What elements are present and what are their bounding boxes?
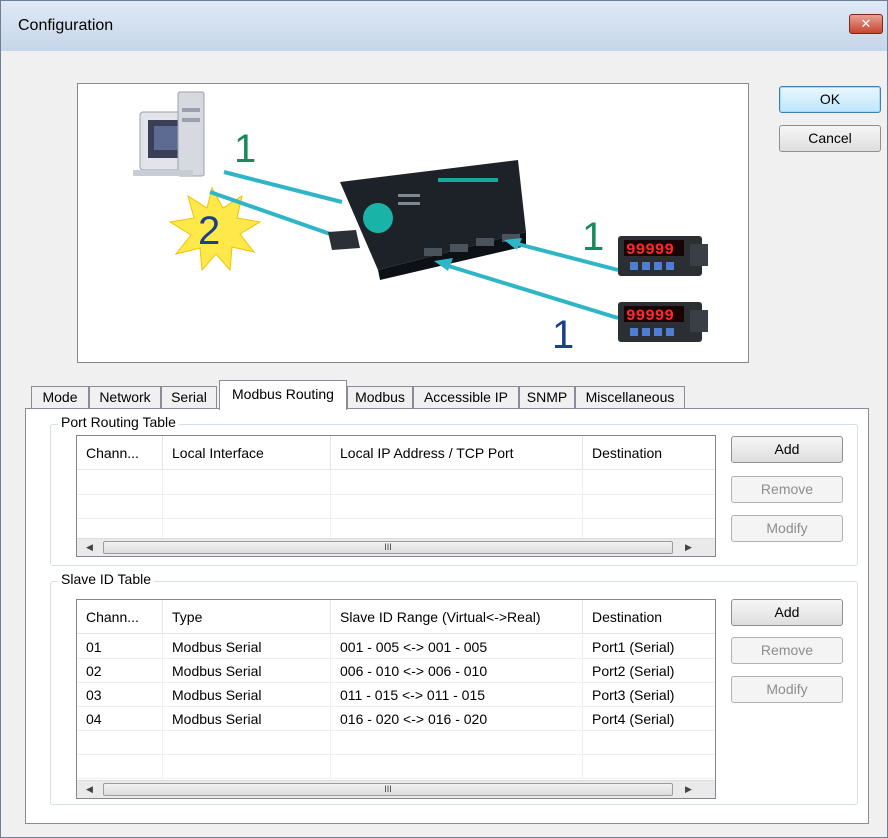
cell-slave-id-range: 016 - 020 <-> 016 - 020 xyxy=(331,707,583,731)
topology-diagram: 99999 99999 1 2 1 1 xyxy=(133,91,708,357)
scroll-left-icon[interactable]: ◀ xyxy=(81,539,98,556)
cell-channel: 04 xyxy=(77,707,163,731)
port-routing-modify-button[interactable]: Modify xyxy=(731,515,843,542)
column-header-local-interface[interactable]: Local Interface xyxy=(163,436,331,470)
scroll-right-icon[interactable]: ▶ xyxy=(680,781,697,798)
cell-destination: Port4 (Serial) xyxy=(592,711,675,727)
cancel-button[interactable]: Cancel xyxy=(779,125,881,152)
modbus-routing-panel: Port Routing Table Chann... Local Interf… xyxy=(25,408,869,824)
configuration-dialog: Configuration ✕ 99999 99999 1 2 1 1 OK C… xyxy=(0,0,888,838)
label-two-burst: 2 xyxy=(198,209,220,253)
column-header-type[interactable]: Type xyxy=(163,600,331,634)
close-button[interactable]: ✕ xyxy=(849,14,883,34)
label-one-top: 1 xyxy=(234,127,256,171)
tab-miscellaneous[interactable]: Miscellaneous xyxy=(575,386,685,409)
scroll-left-icon[interactable]: ◀ xyxy=(81,781,98,798)
meter-readout-1: 99999 xyxy=(626,241,674,259)
gateway-device-icon xyxy=(328,160,526,280)
cell-channel: 03 xyxy=(77,683,163,707)
cell-channel: 01 xyxy=(77,635,163,659)
cell-type: Modbus Serial xyxy=(163,707,331,731)
ok-button[interactable]: OK xyxy=(779,86,881,113)
column-header-channel[interactable]: Chann... xyxy=(77,600,163,634)
port-routing-table[interactable]: Chann... Local Interface Local IP Addres… xyxy=(76,435,716,557)
table-row xyxy=(77,755,715,779)
tab-network[interactable]: Network xyxy=(89,386,161,409)
cell-destination: Port2 (Serial) xyxy=(592,663,675,679)
computer-icon xyxy=(133,91,205,177)
table-row[interactable]: 02 Modbus Serial 006 - 010 <-> 006 - 010… xyxy=(77,659,715,683)
cell-type: Modbus Serial xyxy=(163,659,331,683)
scroll-right-icon[interactable]: ▶ xyxy=(680,539,697,556)
column-header-slave-id-range[interactable]: Slave ID Range (Virtual<->Real) xyxy=(331,600,583,634)
cell-slave-id-range: 001 - 005 <-> 001 - 005 xyxy=(331,635,583,659)
cell-slave-id-range: 011 - 015 <-> 011 - 015 xyxy=(331,683,583,707)
cell-destination: Port1 (Serial) xyxy=(592,639,675,655)
tab-accessible-ip[interactable]: Accessible IP xyxy=(413,386,519,409)
slave-id-group-label: Slave ID Table xyxy=(58,571,155,587)
cell-type: Modbus Serial xyxy=(163,683,331,707)
column-header-channel[interactable]: Chann... xyxy=(77,436,163,470)
cell-destination: Port3 (Serial) xyxy=(592,687,675,703)
port-routing-remove-button[interactable]: Remove xyxy=(731,476,843,503)
slave-id-add-button[interactable]: Add xyxy=(731,599,843,626)
horizontal-scrollbar[interactable]: ◀ III ▶ xyxy=(77,538,715,556)
tab-mode[interactable]: Mode xyxy=(31,386,89,409)
scroll-thumb[interactable]: III xyxy=(103,541,673,554)
tab-modbus-routing[interactable]: Modbus Routing xyxy=(219,380,347,410)
column-header-destination[interactable]: Destination xyxy=(583,600,715,634)
tab-modbus[interactable]: Modbus xyxy=(347,386,413,409)
horizontal-scrollbar[interactable]: ◀ III ▶ xyxy=(77,780,715,798)
label-one-right: 1 xyxy=(582,215,604,259)
table-row xyxy=(77,495,715,519)
table-row[interactable]: 03 Modbus Serial 011 - 015 <-> 011 - 015… xyxy=(77,683,715,707)
table-header: Chann... Local Interface Local IP Addres… xyxy=(77,436,715,470)
slave-id-remove-button[interactable]: Remove xyxy=(731,637,843,664)
tab-serial[interactable]: Serial xyxy=(161,386,217,409)
table-row[interactable]: 01 Modbus Serial 001 - 005 <-> 001 - 005… xyxy=(77,635,715,659)
table-header: Chann... Type Slave ID Range (Virtual<->… xyxy=(77,600,715,634)
link-line-meter-2 xyxy=(441,262,619,320)
column-header-local-ip[interactable]: Local IP Address / TCP Port xyxy=(331,436,583,470)
network-illustration: 99999 99999 1 2 1 1 xyxy=(77,83,749,363)
tab-snmp[interactable]: SNMP xyxy=(519,386,575,409)
cell-type: Modbus Serial xyxy=(163,635,331,659)
slave-id-table[interactable]: Chann... Type Slave ID Range (Virtual<->… xyxy=(76,599,716,799)
column-header-destination[interactable]: Destination xyxy=(583,436,715,470)
title-bar[interactable]: Configuration ✕ xyxy=(1,1,887,51)
label-one-bottom: 1 xyxy=(552,313,574,357)
window-title: Configuration xyxy=(18,17,114,34)
cell-slave-id-range: 006 - 010 <-> 006 - 010 xyxy=(331,659,583,683)
slave-id-modify-button[interactable]: Modify xyxy=(731,676,843,703)
table-row[interactable]: 04 Modbus Serial 016 - 020 <-> 016 - 020… xyxy=(77,707,715,731)
meter-readout-2: 99999 xyxy=(626,307,674,325)
scroll-thumb[interactable]: III xyxy=(103,783,673,796)
port-routing-add-button[interactable]: Add xyxy=(731,436,843,463)
table-row xyxy=(77,731,715,755)
cell-channel: 02 xyxy=(77,659,163,683)
port-routing-group-label: Port Routing Table xyxy=(58,414,179,430)
table-row xyxy=(77,471,715,495)
